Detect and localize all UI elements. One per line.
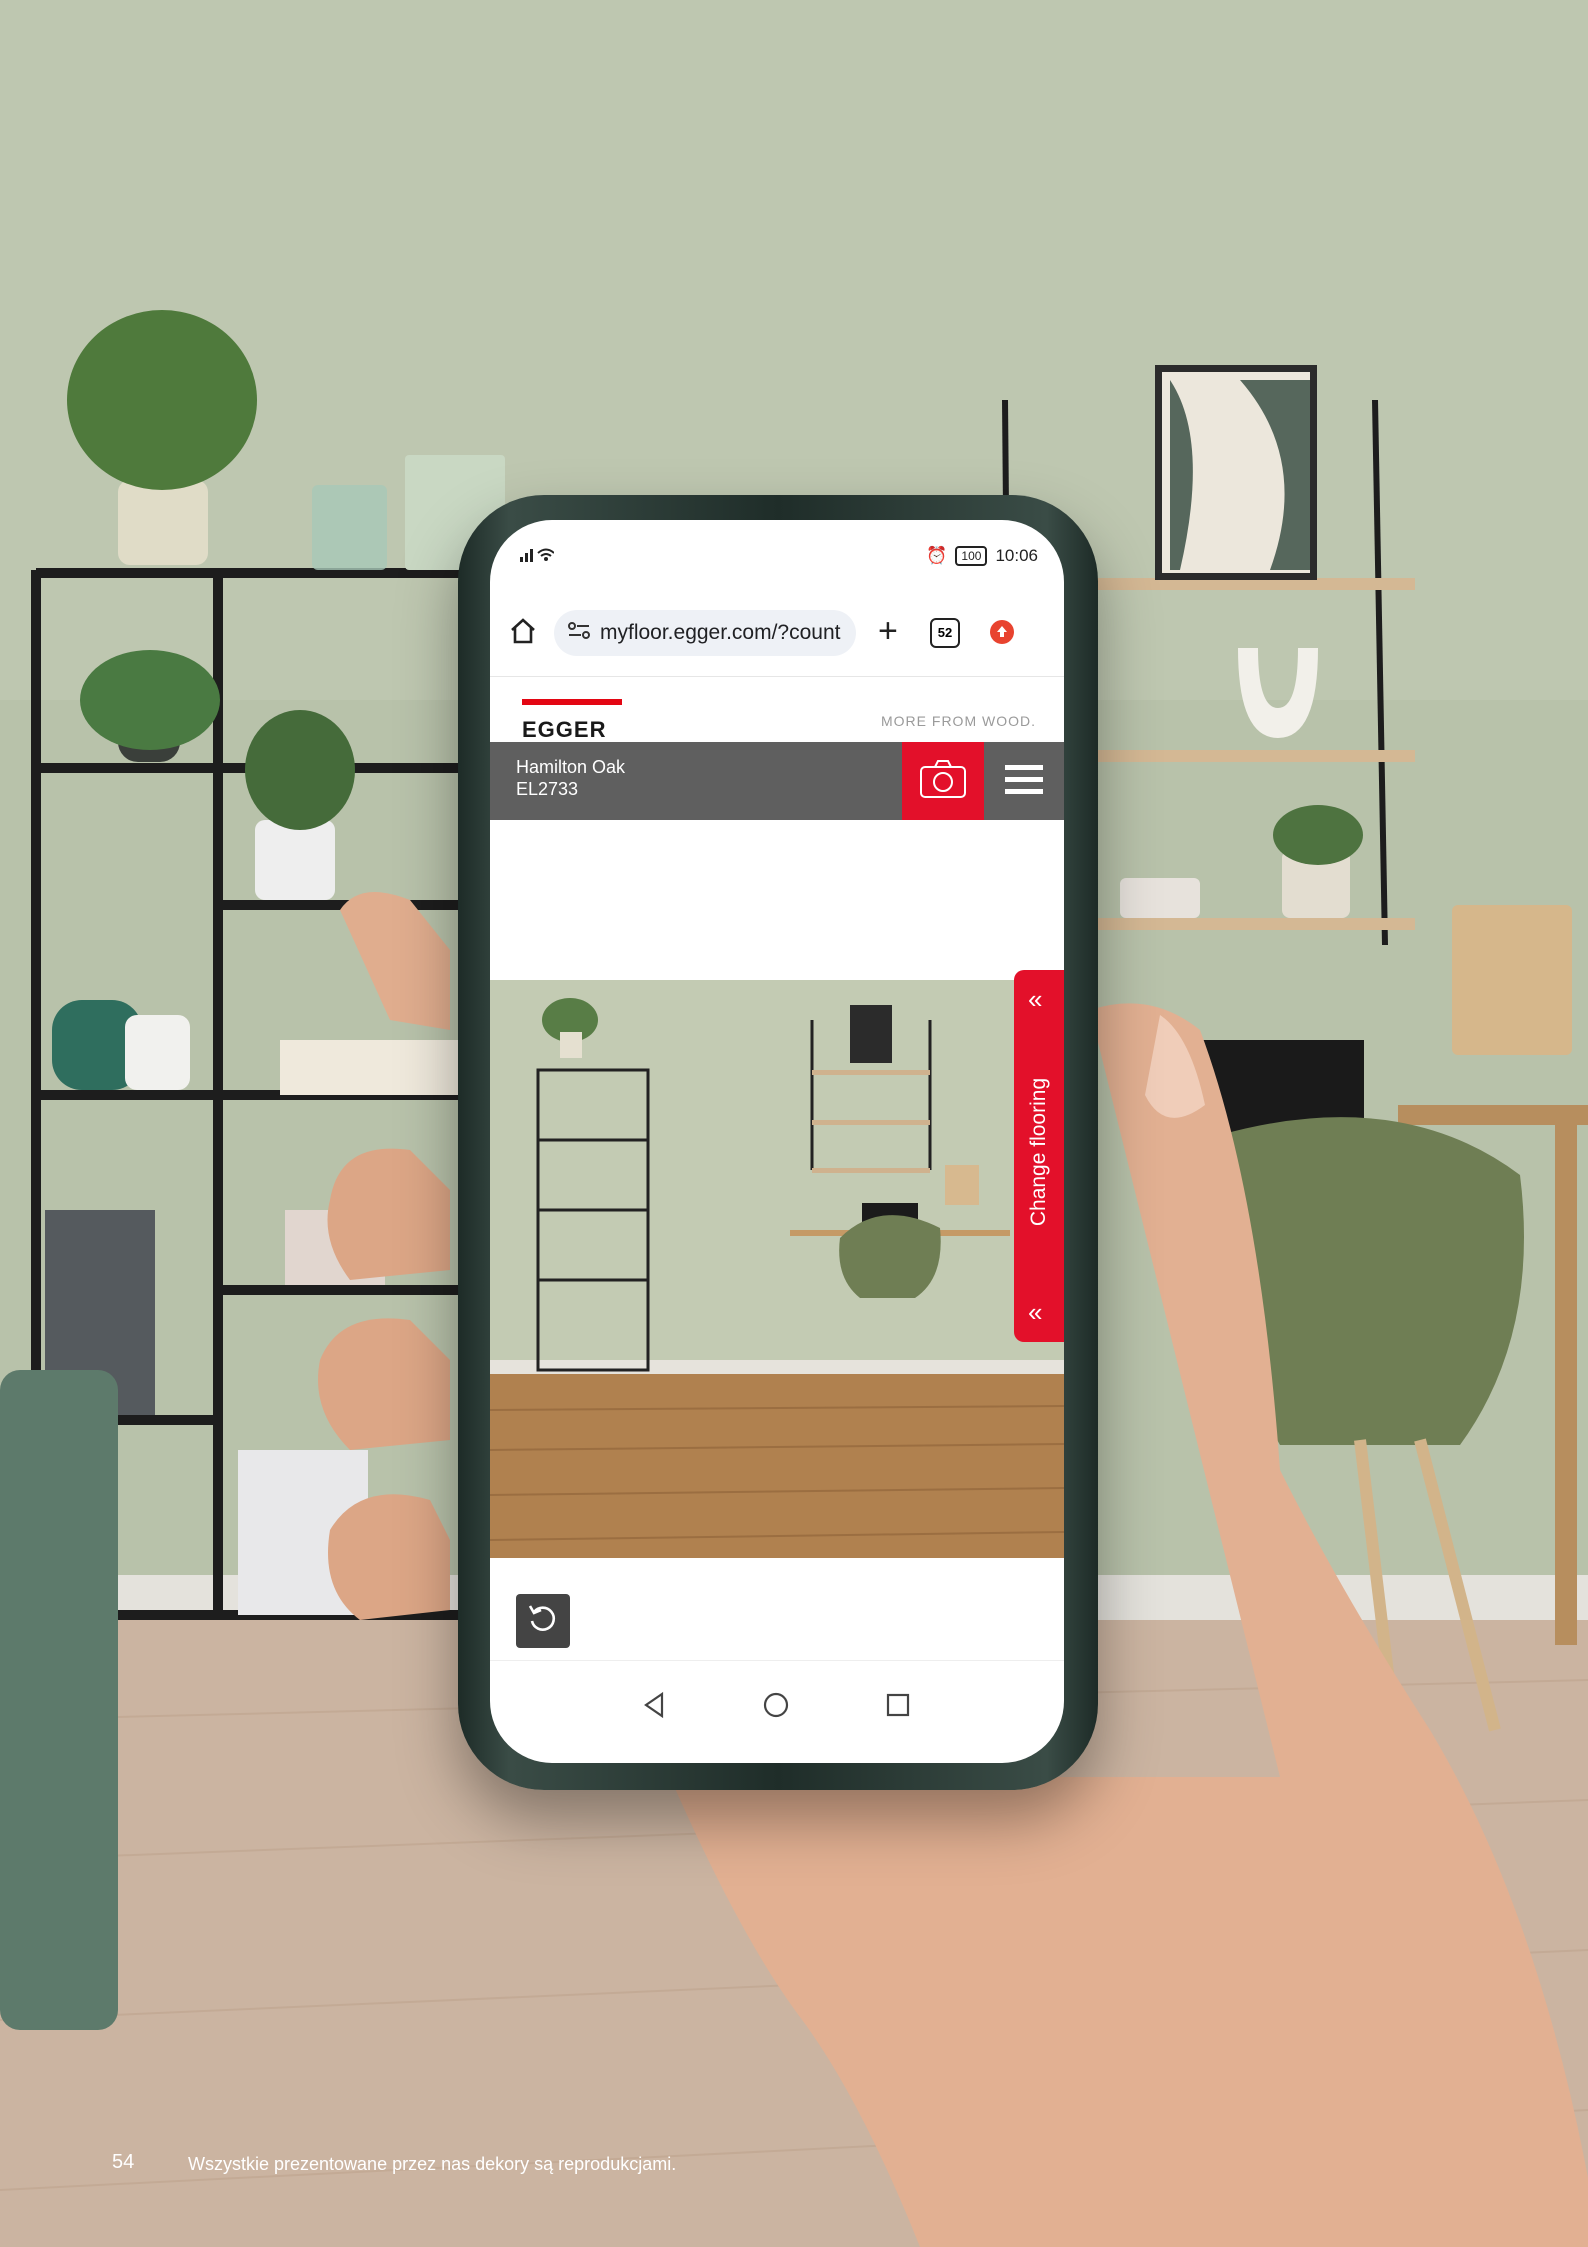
product-info: Hamilton Oak EL2733 (516, 756, 625, 800)
new-tab-icon[interactable]: + (878, 614, 898, 648)
menu-button[interactable] (984, 742, 1064, 820)
logo-bar (522, 699, 622, 705)
browser-toolbar: myfloor.egger.com/?count + 52 (490, 580, 1064, 676)
update-icon[interactable] (990, 620, 1014, 644)
tagline: MORE FROM WOOD. (881, 713, 1036, 729)
chevron-left-icon: « (1028, 984, 1043, 1014)
product-bar: Hamilton Oak EL2733 (490, 742, 1064, 820)
home-nav-icon[interactable] (762, 1691, 790, 1724)
page-number: 54 (112, 2151, 135, 2173)
change-flooring-tab[interactable]: « Change flooring « (1014, 970, 1064, 1342)
chevron-left-icon: « (1028, 1297, 1043, 1327)
tab-count-button[interactable]: 52 (930, 618, 960, 648)
signal-icon (520, 546, 555, 566)
recents-icon[interactable] (884, 1691, 912, 1724)
system-nav-bar (490, 1660, 1064, 1761)
url-text: myfloor.egger.com/?count (600, 621, 841, 644)
phone-screen: ⏰ 100 10:06 myfloor.egger.com/?count + 5… (490, 520, 1064, 1763)
battery-indicator: 100 (955, 546, 988, 566)
clock: 10:06 (995, 546, 1038, 565)
room-visualization[interactable] (490, 980, 1064, 1558)
footer-disclaimer: Wszystkie prezentowane przez nas dekory … (188, 2154, 677, 2174)
camera-icon (919, 759, 967, 804)
camera-button[interactable] (902, 742, 984, 820)
product-code: EL2733 (516, 779, 579, 799)
back-icon[interactable] (640, 1691, 668, 1724)
alarm-icon: ⏰ (926, 546, 948, 565)
hamburger-icon (1005, 763, 1043, 800)
address-bar[interactable]: myfloor.egger.com/?count (554, 610, 856, 656)
status-right: ⏰ 100 10:06 (926, 546, 1038, 566)
egger-logo[interactable]: EGGER (522, 717, 606, 743)
product-name: Hamilton Oak (516, 757, 626, 777)
reset-icon (526, 1602, 560, 1641)
status-bar: ⏰ 100 10:06 (490, 520, 1064, 580)
room-image (490, 980, 1064, 1558)
change-flooring-label: Change flooring (1027, 1077, 1050, 1227)
reset-button[interactable] (516, 1594, 570, 1648)
home-icon[interactable] (508, 616, 538, 651)
site-settings-icon[interactable] (568, 621, 590, 645)
